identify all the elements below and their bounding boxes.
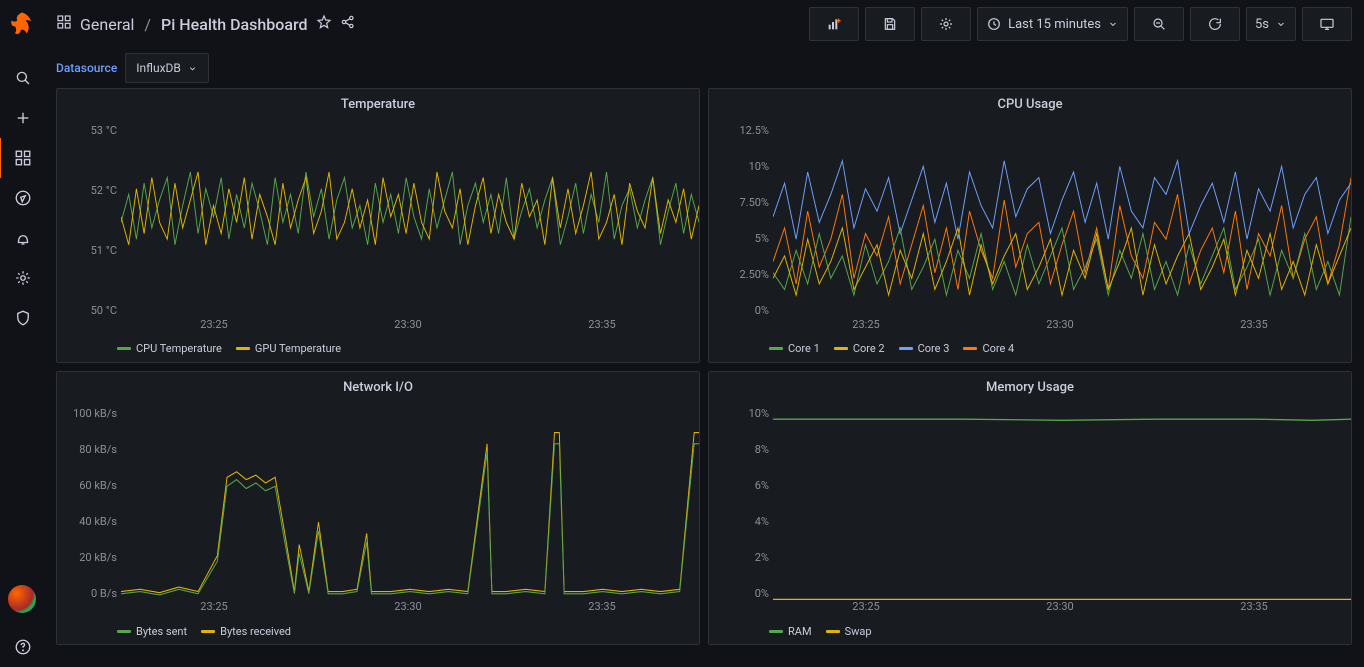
legend-item[interactable]: CPU Temperature <box>117 342 222 355</box>
chart-area: 12.5% 10% 7.50% 5% 2.50% 0% <box>709 116 1351 318</box>
x-axis: 23:25 23:30 23:35 <box>709 600 1351 618</box>
breadcrumb-separator: / <box>144 15 151 34</box>
sidebar-search[interactable] <box>0 58 45 98</box>
refresh-interval-picker[interactable]: 5s <box>1246 7 1296 41</box>
topbar: General / Pi Health Dashboard Last 15 mi… <box>44 0 1364 48</box>
plot-temperature <box>121 116 699 318</box>
legend: CPU Temperature GPU Temperature <box>57 336 699 362</box>
x-axis: 23:25 23:30 23:35 <box>57 600 699 618</box>
legend: RAM Swap <box>709 618 1351 644</box>
dashboards-icon[interactable] <box>56 14 72 34</box>
grafana-logo[interactable] <box>8 10 36 38</box>
sidebar-dashboards[interactable] <box>0 138 45 178</box>
plot-memory <box>773 399 1351 601</box>
save-button[interactable] <box>865 7 915 41</box>
datasource-value: InfluxDB <box>136 61 181 75</box>
panel-title: Memory Usage <box>709 372 1351 399</box>
zoom-out-button[interactable] <box>1134 7 1184 41</box>
sidebar-configuration[interactable] <box>0 258 45 298</box>
legend-item[interactable]: Swap <box>826 625 872 638</box>
legend-item[interactable]: Bytes sent <box>117 625 187 638</box>
legend: Bytes sent Bytes received <box>57 618 699 644</box>
breadcrumb-root[interactable]: General <box>80 15 134 34</box>
breadcrumb: General / Pi Health Dashboard <box>80 15 308 34</box>
refresh-interval-label: 5s <box>1255 17 1269 32</box>
legend-item[interactable]: Bytes received <box>201 625 291 638</box>
panel-temperature[interactable]: Temperature 53 °C 52 °C 51 °C 50 °C 23:2… <box>56 88 700 363</box>
panel-memory[interactable]: Memory Usage 10% 8% 6% 4% 2% 0% <box>708 371 1352 646</box>
y-axis: 53 °C 52 °C 51 °C 50 °C <box>57 116 121 318</box>
settings-button[interactable] <box>921 7 971 41</box>
chart-area: 53 °C 52 °C 51 °C 50 °C <box>57 116 699 318</box>
plot-cpu <box>773 116 1351 318</box>
sidebar <box>0 0 44 667</box>
sidebar-create[interactable] <box>0 98 45 138</box>
legend-item[interactable]: Core 3 <box>899 342 950 355</box>
star-icon[interactable] <box>316 14 332 34</box>
y-axis: 10% 8% 6% 4% 2% 0% <box>709 399 773 601</box>
main-area: General / Pi Health Dashboard Last 15 mi… <box>44 0 1364 657</box>
legend-item[interactable]: GPU Temperature <box>236 342 341 355</box>
panel-title: Temperature <box>57 89 699 116</box>
datasource-select[interactable]: InfluxDB <box>125 53 209 83</box>
legend: Core 1 Core 2 Core 3 Core 4 <box>709 336 1351 362</box>
panel-cpu[interactable]: CPU Usage 12.5% 10% 7.50% 5% 2.50% 0% <box>708 88 1352 363</box>
panel-title: Network I/O <box>57 372 699 399</box>
time-range-picker[interactable]: Last 15 minutes <box>977 7 1128 41</box>
legend-item[interactable]: RAM <box>769 625 812 638</box>
x-axis: 23:25 23:30 23:35 <box>709 318 1351 336</box>
refresh-button[interactable] <box>1190 7 1240 41</box>
y-axis: 12.5% 10% 7.50% 5% 2.50% 0% <box>709 116 773 318</box>
sidebar-help[interactable] <box>0 627 45 667</box>
chart-area: 100 kB/s 80 kB/s 60 kB/s 40 kB/s 20 kB/s… <box>57 399 699 601</box>
variable-bar: Datasource InfluxDB <box>44 48 1364 88</box>
breadcrumb-page[interactable]: Pi Health Dashboard <box>161 15 308 34</box>
panel-network[interactable]: Network I/O 100 kB/s 80 kB/s 60 kB/s 40 … <box>56 371 700 646</box>
user-avatar[interactable] <box>8 585 36 613</box>
chart-area: 10% 8% 6% 4% 2% 0% <box>709 399 1351 601</box>
y-axis: 100 kB/s 80 kB/s 60 kB/s 40 kB/s 20 kB/s… <box>57 399 121 601</box>
x-axis: 23:25 23:30 23:35 <box>57 318 699 336</box>
plot-network <box>121 399 699 601</box>
view-mode-button[interactable] <box>1302 7 1352 41</box>
legend-item[interactable]: Core 1 <box>769 342 820 355</box>
panel-title: CPU Usage <box>709 89 1351 116</box>
share-icon[interactable] <box>340 14 356 34</box>
legend-item[interactable]: Core 2 <box>834 342 885 355</box>
panel-grid: Temperature 53 °C 52 °C 51 °C 50 °C 23:2… <box>44 88 1364 657</box>
add-panel-button[interactable] <box>809 7 859 41</box>
variable-label: Datasource <box>56 61 117 75</box>
sidebar-admin[interactable] <box>0 298 45 338</box>
sidebar-explore[interactable] <box>0 178 45 218</box>
sidebar-alerting[interactable] <box>0 218 45 258</box>
legend-item[interactable]: Core 4 <box>963 342 1014 355</box>
time-range-label: Last 15 minutes <box>1008 17 1101 32</box>
